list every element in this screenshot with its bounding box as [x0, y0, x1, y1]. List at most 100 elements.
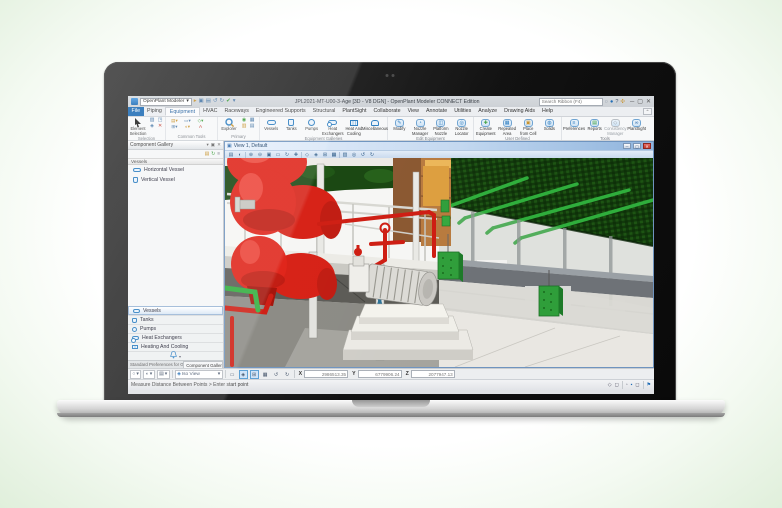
user-icon[interactable]: ●	[610, 99, 613, 105]
ribbon-tab-analyze[interactable]: Analyze	[475, 107, 501, 116]
bell-dropdown-icon[interactable]: ▾	[179, 354, 181, 359]
category-vessels[interactable]: Vessels	[128, 306, 223, 315]
tab-standard-preferences[interactable]: Standard Preferences for G...	[128, 361, 183, 368]
laptop-screen-bezel: OpenPlant Modeler ▾ ▸ ▣ ▤ ↺ ↻ ✔ ▾ JPL202…	[104, 62, 676, 401]
modify-button[interactable]: ✎ Modify	[390, 118, 409, 132]
view-maximize-button[interactable]: ▢	[633, 143, 641, 149]
pumps-gallery-button[interactable]: Pumps	[303, 118, 321, 132]
selection-set-icon[interactable]: ▪	[631, 382, 633, 388]
search-input[interactable]	[539, 98, 603, 106]
reset-acs-toggle[interactable]: ↻	[283, 370, 292, 379]
gear-icon[interactable]: ✣	[620, 99, 625, 105]
accudraw-toggle[interactable]: ▭	[228, 370, 237, 379]
view-close-button[interactable]: ✕	[643, 143, 651, 149]
print-icon[interactable]: ▤	[206, 98, 211, 105]
ribbon-tab-drawing-aids[interactable]: Drawing Aids	[501, 107, 539, 116]
repeated-area-button[interactable]: ▦ Repeated Area	[498, 118, 517, 136]
rotate-acs-toggle[interactable]: ↺	[272, 370, 281, 379]
y-coordinate-field[interactable]	[358, 370, 402, 378]
miscellaneous-gallery-button[interactable]: Miscellaneous	[365, 118, 385, 132]
category-heat-exchangers[interactable]: Heat Exchangers	[128, 333, 223, 342]
element-selection-button[interactable]: Element Selection	[130, 118, 146, 136]
qat-more-icon[interactable]: ▾	[233, 98, 236, 105]
ribbon-tab-annotate[interactable]: Annotate	[422, 107, 450, 116]
ribbon-tab-raceways[interactable]: Raceways	[221, 107, 252, 116]
element-info-icon[interactable]: ◻	[635, 382, 639, 388]
text-icon[interactable]: A	[194, 124, 207, 130]
grid-lock-toggle[interactable]: ▦	[261, 370, 270, 379]
acs-plane-toggle[interactable]: ◈	[239, 370, 248, 379]
move-icon[interactable]: ◐▾	[181, 124, 194, 130]
help-icon[interactable]: ?	[615, 99, 618, 105]
heat-and-cooling-gallery-button[interactable]: Heat And Cooling	[345, 118, 363, 136]
z-coordinate-field[interactable]	[411, 370, 455, 378]
panel-pin-icon[interactable]: ▣	[211, 142, 215, 148]
panel-dropdown-icon[interactable]: ▾	[206, 142, 208, 148]
viewport-3d-scene[interactable]	[225, 158, 653, 367]
panel-close-icon[interactable]: ✕	[217, 142, 221, 148]
snap-mode-status-icon[interactable]: ◇	[608, 382, 612, 388]
maximize-button[interactable]: ▢	[637, 98, 643, 106]
ribbon-tab-plantsight[interactable]: PlantSight	[339, 107, 370, 116]
category-heating-and-cooling[interactable]: Heating And Cooling	[128, 342, 223, 351]
copy-icon[interactable]: ⊞▾	[168, 124, 181, 130]
display-style-dropdown[interactable]: ▤▾	[157, 370, 170, 379]
minimize-button[interactable]: ─	[630, 98, 634, 106]
ribbon-tab-utilities[interactable]: Utilities	[451, 107, 475, 116]
tanks-gallery-button[interactable]: Tanks	[282, 118, 300, 132]
snap-mode-dropdown[interactable]: ◐▾	[143, 370, 154, 379]
update-gallery-icon[interactable]: ↻	[211, 152, 215, 157]
settings-check-icon[interactable]: ✔	[226, 98, 231, 105]
ribbon-tab-hvac[interactable]: HVAC	[200, 107, 221, 116]
create-equipment-button[interactable]: ✚ Create Equipment	[476, 118, 496, 136]
search-icon[interactable]: ◌	[605, 99, 608, 105]
gallery-options-icon[interactable]: ≡	[217, 152, 220, 157]
view-minimize-button[interactable]: ─	[623, 143, 631, 149]
gallery-item-horizontal-vessel[interactable]: Horizontal Vessel	[128, 165, 223, 175]
ribbon-tab-view[interactable]: View	[404, 107, 422, 116]
select-all-icon[interactable]: ◈	[148, 124, 156, 130]
ribbon-tab-file[interactable]: File	[128, 107, 144, 116]
open-icon[interactable]: ▸	[194, 98, 197, 105]
save-icon[interactable]: ▣	[199, 98, 204, 105]
redo-icon[interactable]: ↻	[220, 98, 225, 105]
preferences-button[interactable]: ≡ Preferences	[564, 118, 584, 132]
ribbon-collapse-button[interactable]: ⌃	[643, 108, 652, 115]
gallery-item-vertical-vessel[interactable]: Vertical Vessel	[128, 175, 223, 185]
component-gallery-header: Component Gallery ▾ ▣ ✕	[128, 141, 223, 150]
category-pumps[interactable]: Pumps	[128, 324, 223, 333]
tab-component-gallery[interactable]: Component Gallery	[183, 361, 223, 368]
solids-button[interactable]: ◍ Solids	[540, 118, 559, 132]
acs-lock-toggle[interactable]: ⊞	[250, 370, 259, 379]
app-menu-dropdown[interactable]: OpenPlant Modeler ▾	[140, 98, 192, 106]
ribbon-tab-help[interactable]: Help	[539, 107, 557, 116]
view-preset-dropdown[interactable]: ◈ Iso View ▾	[175, 370, 223, 379]
open-gallery-icon[interactable]: ▤	[205, 152, 210, 157]
heat-exchangers-gallery-button[interactable]: Heat Exchangers	[323, 118, 343, 136]
ribbon-tab-piping[interactable]: Piping	[144, 107, 166, 116]
nozzle-manager-button[interactable]: ◔ Nozzle Manager	[411, 118, 430, 136]
vessels-gallery-button[interactable]: Vessels	[262, 118, 280, 132]
explorer-button[interactable]: Explorer	[220, 118, 238, 132]
ribbon-tab-structural[interactable]: Structural	[309, 107, 339, 116]
undo-icon[interactable]: ↺	[213, 98, 218, 105]
platform-nozzle-button[interactable]: ◫ Platform Nozzle	[432, 118, 451, 136]
flag-icon[interactable]: ⚑	[647, 382, 651, 388]
category-tanks[interactable]: Tanks	[128, 315, 223, 324]
nozzle-locator-button[interactable]: ◎ Nozzle Locator	[452, 118, 471, 136]
x-coordinate-field[interactable]	[304, 370, 348, 378]
locks-status-icon[interactable]: ◻	[615, 382, 619, 388]
clear-selection-icon[interactable]: ✕	[156, 124, 164, 130]
close-button[interactable]: ✕	[646, 98, 651, 106]
place-from-cell-button[interactable]: ▣ Place from Cell	[519, 118, 538, 136]
reports-button[interactable]: ▤ Reports	[586, 118, 603, 132]
ribbon-tab-equipment[interactable]: Equipment	[165, 107, 199, 116]
plantsight-button[interactable]: ∞ PlantSight	[627, 118, 646, 132]
ribbon-tab-engineered-supports[interactable]: Engineered Supports	[252, 107, 309, 116]
level-display-icon[interactable]: ▥	[240, 124, 248, 130]
active-level-icon[interactable]: ▫	[626, 382, 628, 388]
consistency-manager-button[interactable]: ◇ Consistency Manager	[605, 118, 625, 136]
properties-icon[interactable]: ▤	[248, 124, 256, 130]
locks-dropdown[interactable]: ○▾	[130, 370, 141, 379]
ribbon-tab-collaborate[interactable]: Collaborate	[370, 107, 404, 116]
